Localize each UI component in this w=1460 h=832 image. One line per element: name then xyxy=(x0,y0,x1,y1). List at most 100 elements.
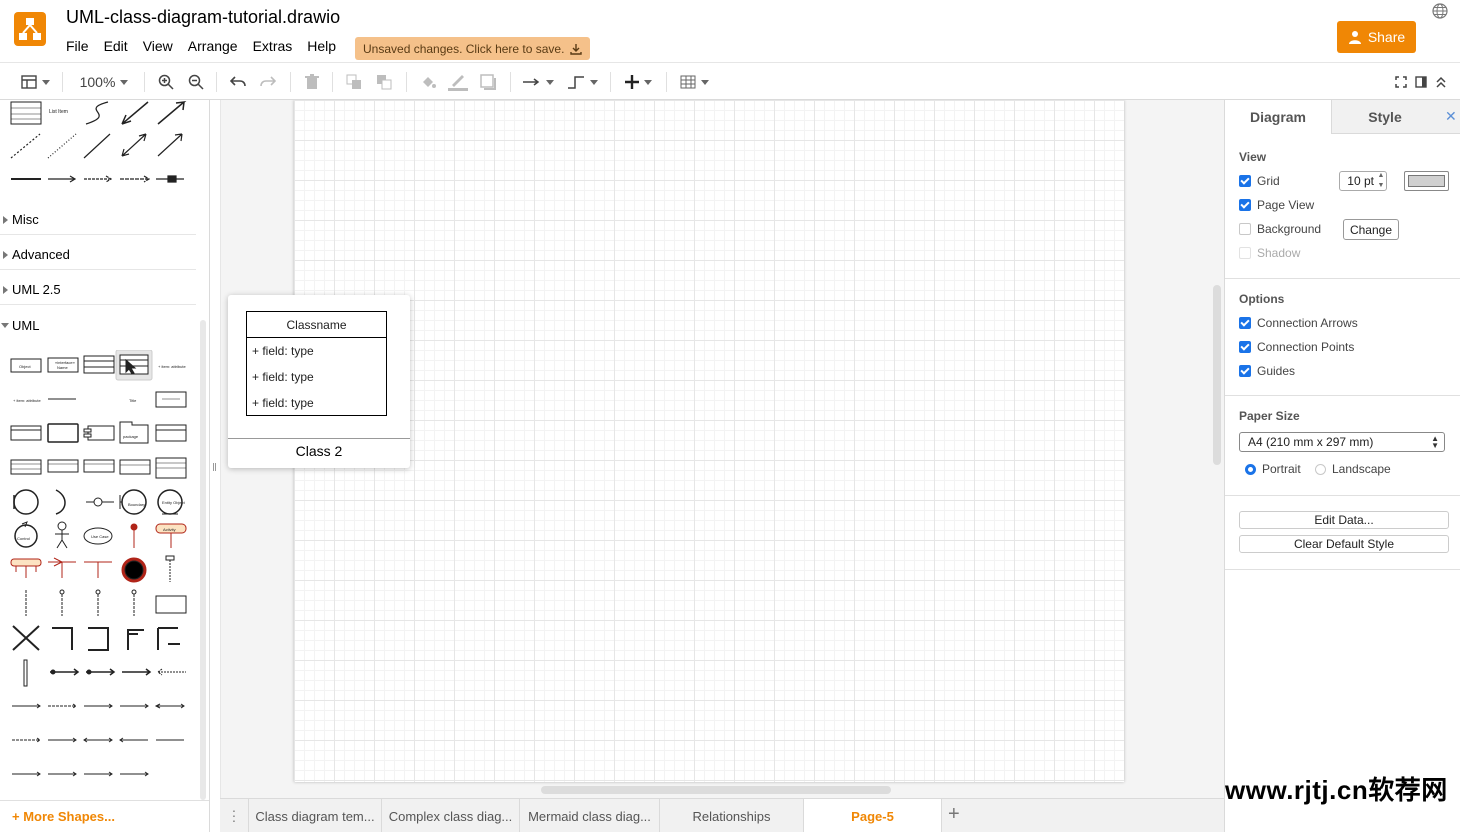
svg-text:Entity Object: Entity Object xyxy=(162,500,186,505)
connection-points-option[interactable]: Connection Points xyxy=(1239,340,1354,354)
svg-text:Control: Control xyxy=(17,536,30,541)
close-icon[interactable]: ✕ xyxy=(1445,108,1457,125)
svg-text:Title: Title xyxy=(129,398,137,403)
toolbar-separator xyxy=(406,72,407,92)
grid-size-stepper[interactable]: ▲ ▼ xyxy=(1376,171,1386,191)
page-tab[interactable]: Mermaid class diag... xyxy=(520,799,660,832)
sidebar-section-advanced[interactable]: Advanced xyxy=(0,240,196,270)
fullscreen-icon[interactable] xyxy=(1393,71,1409,93)
insert-icon[interactable] xyxy=(620,71,656,93)
section-title: View xyxy=(1239,150,1267,164)
zoom-select[interactable]: 100% xyxy=(76,71,132,93)
change-background-button[interactable]: Change xyxy=(1343,219,1399,240)
landscape-radio[interactable] xyxy=(1315,463,1326,475)
svg-text:+ item: attribute: + item: attribute xyxy=(13,398,41,403)
grid-option[interactable]: Grid xyxy=(1239,174,1280,188)
undo-icon[interactable] xyxy=(228,71,248,93)
connection-icon[interactable] xyxy=(520,71,556,93)
sidebar-section-uml[interactable]: UML xyxy=(0,310,196,340)
page-view-option[interactable]: Page View xyxy=(1239,198,1314,212)
page-view-checkbox[interactable] xyxy=(1239,199,1251,211)
page-view-label: Page View xyxy=(1257,198,1315,212)
menu-extras[interactable]: Extras xyxy=(253,38,293,54)
general-shapes-palette[interactable]: List Item xyxy=(8,100,198,192)
expand-triangle-icon xyxy=(3,216,8,224)
edit-data-button[interactable]: Edit Data... xyxy=(1239,511,1449,529)
page-tab[interactable]: Complex class diag... xyxy=(382,799,520,832)
page-tab-active[interactable]: Page-5 xyxy=(804,799,942,832)
to-back-icon[interactable] xyxy=(374,71,394,93)
delete-icon[interactable] xyxy=(302,71,322,93)
background-checkbox[interactable] xyxy=(1239,223,1251,235)
section-title: Paper Size xyxy=(1239,409,1300,423)
zoom-in-icon[interactable] xyxy=(156,71,176,93)
redo-icon[interactable] xyxy=(258,71,278,93)
zoom-out-icon[interactable] xyxy=(186,71,206,93)
svg-text:List Item: List Item xyxy=(49,109,68,115)
landscape-option[interactable]: Landscape xyxy=(1315,462,1391,476)
grid-color-picker[interactable] xyxy=(1404,171,1449,191)
paper-size-select[interactable]: A4 (210 mm x 297 mm) ▲ ▼ xyxy=(1239,432,1445,452)
menu-help[interactable]: Help xyxy=(307,38,336,54)
document-title[interactable]: UML-class-diagram-tutorial.drawio xyxy=(66,7,340,28)
user-icon xyxy=(1348,31,1361,44)
language-globe-icon[interactable] xyxy=(1432,3,1448,19)
app-header: UML-class-diagram-tutorial.drawio File E… xyxy=(0,0,1460,62)
drawio-logo-icon[interactable] xyxy=(14,12,46,46)
format-panel-icon[interactable] xyxy=(18,71,52,93)
sidebar-resize-handle[interactable] xyxy=(213,463,216,471)
page-tabs-bar: · · · Class diagram tem... Complex class d… xyxy=(220,798,1224,832)
portrait-radio[interactable] xyxy=(1245,463,1256,475)
guides-checkbox[interactable] xyxy=(1239,365,1251,377)
sidebar-scrollbar[interactable] xyxy=(200,320,206,800)
to-front-icon[interactable] xyxy=(344,71,364,93)
portrait-option[interactable]: Portrait xyxy=(1245,462,1301,476)
connection-arrows-option[interactable]: Connection Arrows xyxy=(1239,316,1358,330)
section-label: UML 2.5 xyxy=(12,282,61,297)
preview-label: Class 2 xyxy=(295,443,343,459)
horizontal-scrollbar[interactable] xyxy=(541,786,891,794)
svg-text:Use Case: Use Case xyxy=(91,534,109,539)
vertical-scrollbar[interactable] xyxy=(1213,285,1221,465)
option-label: Connection Arrows xyxy=(1257,316,1358,330)
table-icon[interactable] xyxy=(676,71,712,93)
more-shapes-button[interactable]: + More Shapes... xyxy=(0,800,209,832)
line-color-icon[interactable] xyxy=(446,71,470,93)
menu-arrange[interactable]: Arrange xyxy=(188,38,238,54)
grid-checkbox[interactable] xyxy=(1239,175,1251,187)
connection-arrows-checkbox[interactable] xyxy=(1239,317,1251,329)
toolbar-separator xyxy=(610,72,611,92)
tab-diagram[interactable]: Diagram xyxy=(1225,100,1332,134)
page-tab[interactable]: Relationships xyxy=(660,799,804,832)
menu-edit[interactable]: Edit xyxy=(104,38,128,54)
shadow-option[interactable]: Shadow xyxy=(1239,246,1300,260)
pages-menu-icon[interactable]: · · · xyxy=(228,803,240,827)
menu-file[interactable]: File xyxy=(66,38,89,54)
menu-view[interactable]: View xyxy=(143,38,173,54)
guides-option[interactable]: Guides xyxy=(1239,364,1295,378)
uml-shapes-palette[interactable]: Object «interface»Name + item: attribute… xyxy=(8,350,198,790)
sidebar-section-misc[interactable]: Misc xyxy=(0,205,196,235)
shadow-icon[interactable] xyxy=(478,71,498,93)
format-toggle-icon[interactable] xyxy=(1413,71,1429,93)
fill-color-icon[interactable] xyxy=(418,71,438,93)
background-option[interactable]: Background xyxy=(1239,222,1321,236)
shadow-checkbox[interactable] xyxy=(1239,247,1251,259)
svg-text:package: package xyxy=(123,434,139,439)
clear-default-style-button[interactable]: Clear Default Style xyxy=(1239,535,1449,553)
page-tab[interactable]: Class diagram tem... xyxy=(248,799,382,832)
diagram-page[interactable] xyxy=(294,100,1124,782)
toolbar-separator xyxy=(144,72,145,92)
waypoints-icon[interactable] xyxy=(564,71,600,93)
add-page-icon[interactable]: + xyxy=(948,803,960,826)
unsaved-changes-banner[interactable]: Unsaved changes. Click here to save. xyxy=(355,37,591,60)
options-section: Options Connection Arrows Connection Poi… xyxy=(1225,279,1460,396)
tab-style[interactable]: Style xyxy=(1332,100,1438,134)
download-icon xyxy=(570,43,583,55)
share-button[interactable]: Share xyxy=(1337,21,1416,53)
connection-points-checkbox[interactable] xyxy=(1239,341,1251,353)
format-panel: Diagram Style ✕ View Grid 10 pt ▲ ▼ Page … xyxy=(1224,100,1460,832)
sidebar-section-uml25[interactable]: UML 2.5 xyxy=(0,275,196,305)
collapse-icon[interactable] xyxy=(1433,71,1449,93)
svg-text:Object: Object xyxy=(19,364,31,369)
